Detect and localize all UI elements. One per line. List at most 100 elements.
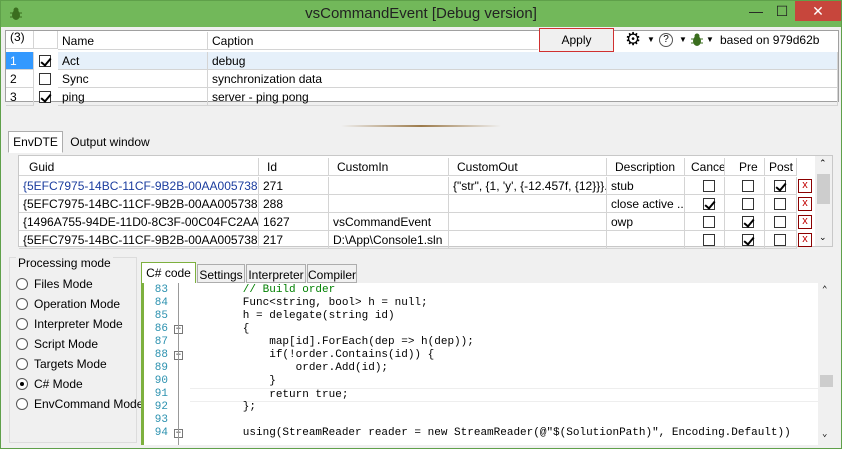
id-cell[interactable]: 288 [259,195,329,213]
tab-envdte[interactable]: EnvDTE [8,131,63,153]
operation-mode-radio[interactable] [16,298,28,310]
description-cell[interactable]: stub [607,177,685,195]
chevron-down-icon[interactable]: ▼ [647,31,655,49]
commands-name-header[interactable]: Name [58,32,208,50]
guid-cell[interactable]: {1496A755-94DE-11D0-8C3F-00C04FC2AAE2} [19,213,259,231]
targets-mode-label[interactable]: Targets Mode [34,357,107,371]
envcommand-mode-radio[interactable] [16,398,28,410]
delete-row-button[interactable]: x [798,179,812,193]
pre-checkbox[interactable] [742,198,754,210]
targets-mode-radio[interactable] [16,358,28,370]
scroll-thumb[interactable] [820,375,833,387]
gear-icon[interactable]: ⚙ [625,30,641,48]
cancel-checkbox[interactable] [703,180,715,192]
code-scrollbar[interactable]: ⌃ ⌄ [818,283,835,445]
post-checkbox[interactable] [774,234,786,246]
post-checkbox[interactable] [774,180,786,192]
chevron-up-icon[interactable]: ⌃ [819,158,827,169]
interpreter-mode-radio[interactable] [16,318,28,330]
cancel-header[interactable]: Cancel [685,158,725,176]
row-num[interactable]: 2 [6,70,34,88]
bug-icon[interactable] [689,32,705,48]
command-caption[interactable]: synchronization data [208,70,838,88]
csharp-mode-radio[interactable] [16,378,28,390]
row-num[interactable]: 1 [6,52,34,70]
row-checkbox-act[interactable] [39,55,51,67]
custom-out-cell[interactable] [449,195,607,213]
minimize-button[interactable]: — [743,1,769,21]
code-line: { [190,323,250,335]
csharp-mode-label[interactable]: C# Mode [34,377,83,391]
tab-interpreter[interactable]: Interpreter [246,264,306,283]
chevron-down-icon[interactable]: ⌄ [819,232,827,243]
delete-row-button[interactable]: x [798,215,812,229]
command-name[interactable]: Act [58,52,208,70]
description-cell[interactable]: close active ... [607,195,685,213]
row-num[interactable]: 3 [6,88,34,106]
custom-out-cell[interactable] [449,213,607,231]
splitter[interactable] [341,125,501,127]
chevron-down-icon[interactable]: ▼ [679,31,687,49]
files-mode-label[interactable]: Files Mode [34,277,93,291]
row-checkbox-ping[interactable] [39,91,51,103]
cancel-checkbox[interactable] [703,216,715,228]
description-cell[interactable] [607,231,685,249]
custom-in-cell[interactable]: D:\App\Console1.sln [329,231,449,249]
command-caption[interactable]: debug [208,52,838,70]
custom-out-cell[interactable]: {"str", {1, 'y', {-12.457f, {12}}}... [449,177,607,195]
script-mode-label[interactable]: Script Mode [34,337,98,351]
chevron-up-icon[interactable]: ⌃ [822,285,827,295]
tab-compiler[interactable]: Compiler [307,264,357,283]
custom-in-cell[interactable] [329,195,449,213]
chevron-down-icon[interactable]: ▼ [706,31,714,49]
cancel-checkbox[interactable] [703,234,715,246]
cancel-checkbox[interactable] [703,198,715,210]
code-editor[interactable]: 83 84 85 86 87 88 89 90 91 92 93 94 − − … [141,283,835,445]
maximize-button[interactable]: ☐ [769,1,795,21]
commands-caption-header[interactable]: Caption [208,32,538,50]
row-checkbox-sync[interactable] [39,73,51,85]
events-scrollbar[interactable]: ⌃ ⌄ [815,156,832,246]
guid-cell[interactable]: {5EFC7975-14BC-11CF-9B2B-00AA00573819} [19,177,259,195]
post-checkbox[interactable] [774,216,786,228]
id-header[interactable]: Id [259,158,329,176]
tab-csharp-code[interactable]: C# code [141,262,196,284]
command-name[interactable]: Sync [58,70,208,88]
command-name[interactable]: ping [58,88,208,106]
description-header[interactable]: Description [607,158,685,176]
pre-checkbox[interactable] [742,216,754,228]
custom-in-header[interactable]: CustomIn [329,158,449,176]
envcommand-mode-label[interactable]: EnvCommand Mode [34,397,143,411]
tab-output-window[interactable]: Output window [65,131,155,153]
apply-button[interactable]: Apply [539,28,614,52]
delete-row-button[interactable]: x [798,233,812,247]
pre-checkbox[interactable] [742,180,754,192]
post-header[interactable]: Post [765,158,797,176]
pre-header[interactable]: Pre [725,158,765,176]
id-cell[interactable]: 217 [259,231,329,249]
id-cell[interactable]: 271 [259,177,329,195]
scroll-thumb[interactable] [817,174,830,204]
delete-row-button[interactable]: x [798,197,812,211]
pre-checkbox[interactable] [742,234,754,246]
custom-in-cell[interactable]: vsCommandEvent [329,213,449,231]
description-cell[interactable]: owp [607,213,685,231]
interpreter-mode-label[interactable]: Interpreter Mode [34,317,123,331]
custom-in-cell[interactable] [329,177,449,195]
operation-mode-label[interactable]: Operation Mode [34,297,120,311]
guid-cell[interactable]: {5EFC7975-14BC-11CF-9B2B-00AA00573819} [19,231,259,249]
guid-header[interactable]: Guid [19,158,259,176]
post-checkbox[interactable] [774,198,786,210]
tab-settings[interactable]: Settings [197,264,245,283]
help-icon[interactable]: ? [659,33,673,47]
close-button[interactable]: ✕ [795,1,841,21]
files-mode-radio[interactable] [16,278,28,290]
command-caption[interactable]: server - ping pong [208,88,838,106]
custom-out-cell[interactable] [449,231,607,249]
line-number: 89 [154,362,168,374]
script-mode-radio[interactable] [16,338,28,350]
id-cell[interactable]: 1627 [259,213,329,231]
guid-cell[interactable]: {5EFC7975-14BC-11CF-9B2B-00AA00573819} [19,195,259,213]
custom-out-header[interactable]: CustomOut [449,158,607,176]
chevron-down-icon[interactable]: ⌄ [822,429,827,439]
